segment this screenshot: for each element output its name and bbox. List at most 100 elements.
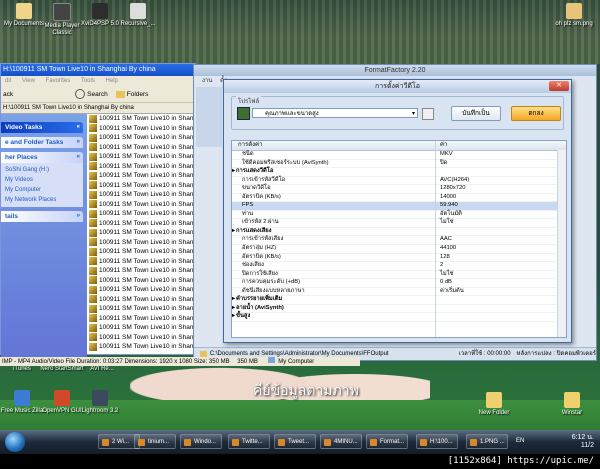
lightroom-icon — [92, 390, 108, 406]
file-item[interactable]: 100911 SM Town Live10 in Shan — [89, 181, 195, 191]
video-tasks-header[interactable]: Video Tasks « — [1, 122, 83, 133]
language-indicator[interactable]: EN — [516, 438, 524, 444]
file-item[interactable]: 100911 SM Town Live10 in Shan — [89, 257, 195, 267]
folder-tasks-header[interactable]: e and Folder Tasks « — [1, 137, 83, 148]
settings-row[interactable]: อัตราสุ่ม (HZ) 44100 — [232, 245, 566, 254]
settings-row[interactable]: การเข้ารหัสเสียง AAC — [232, 236, 566, 246]
desktop-icon-free-music-zilla[interactable]: Free Music Zilla — [0, 390, 44, 415]
taskbar-button[interactable]: 1.PNG ... — [466, 434, 508, 449]
place-link[interactable]: My Computer — [5, 185, 79, 195]
menu-favorites[interactable]: Favorites — [46, 78, 71, 84]
desktop-icon-new-folder[interactable]: New Folder — [472, 392, 516, 417]
search-button[interactable]: Search — [87, 91, 108, 98]
settings-row[interactable]: อัตราบิต (KB/s) 128 — [232, 254, 566, 263]
settings-row[interactable]: การควบคุมระดับ (+dB) 0 dB — [232, 279, 566, 288]
file-item[interactable]: 100911 SM Town Live10 in Shan — [89, 266, 195, 276]
file-item[interactable]: 100911 SM Town Live10 in Shan — [89, 209, 195, 219]
file-item[interactable]: 100911 SM Town Live10 in Shan — [89, 114, 195, 124]
settings-row[interactable]: ใช้ดีคอมพรีสเซอร์ระบบ (AviSynth) ปิด — [232, 160, 566, 169]
grid-scrollbar[interactable] — [557, 150, 566, 337]
taskbar-button[interactable]: 4MINU... — [320, 434, 362, 449]
profile-value: คุณภาพและขนาดสูง — [265, 111, 319, 117]
settings-section[interactable]: ▸ ลายน้ำ (AviSynth) — [232, 305, 566, 314]
profile-select[interactable]: คุณภาพและขนาดสูง ▾ — [252, 108, 418, 118]
file-name: 100911 SM Town Live10 in Shan — [99, 257, 194, 265]
file-item[interactable]: 100911 SM Town Live10 in Shan — [89, 285, 195, 295]
file-item[interactable]: 100911 SM Town Live10 in Shan — [89, 190, 195, 200]
file-item[interactable]: 100911 SM Town Live10 in Shan — [89, 342, 195, 352]
expand-icon: ▸ — [232, 168, 235, 175]
settings-section[interactable]: ▸ คำบรรยายเพิ่มเติม — [232, 296, 566, 305]
close-button[interactable]: ✕ — [549, 81, 569, 91]
file-name: 100911 SM Town Live10 in Shan — [99, 191, 194, 198]
settings-section[interactable]: ▸ ขั้นสูง — [232, 313, 566, 322]
settings-row[interactable]: ชนิด MKV — [232, 151, 566, 160]
file-item[interactable]: 100911 SM Town Live10 in Shan — [89, 314, 195, 324]
file-item[interactable]: 100911 SM Town Live10 in Shan — [89, 295, 195, 305]
settings-row[interactable]: ดัชนีเสียงแบบหลายภาษา ค่าเริ่มต้น — [232, 288, 566, 297]
settings-row[interactable]: ท่าน อัตโนมัติ — [232, 211, 566, 220]
file-item[interactable]: 100911 SM Town Live10 in Shan — [89, 143, 195, 153]
clock[interactable]: 6:12 น. 11/2 — [572, 434, 594, 450]
folders-button[interactable]: Folders — [127, 91, 149, 98]
desktop-icon-lightroom[interactable]: Lightroom 3.2 — [78, 390, 122, 415]
menu-tools[interactable]: Tools — [81, 78, 95, 84]
place-link[interactable]: My Videos — [5, 175, 79, 185]
file-item[interactable]: 100911 SM Town Live10 in Shan — [89, 152, 195, 162]
address-bar[interactable]: H:\100911 SM Town Live10 in Shanghai By … — [1, 103, 195, 114]
settings-row[interactable]: อัตราบิต (KB/s) 14000 — [232, 194, 566, 203]
after-convert[interactable]: หลังการแปลง : ปิดคอมพิวเตอร์ — [517, 348, 596, 360]
ok-button[interactable]: ตกลง — [511, 106, 561, 121]
file-item[interactable]: 100911 SM Town Live10 in Shan — [89, 333, 195, 343]
settings-row[interactable]: เข้ารหัส 2 ผ่าน ไม่ใช่ — [232, 219, 566, 228]
settings-row[interactable]: ขนาดวีดีโอ 1280x720 — [232, 185, 566, 194]
file-item[interactable]: 100911 SM Town Live10 in Shan — [89, 238, 195, 248]
file-item[interactable]: 100911 SM Town Live10 in Shan — [89, 171, 195, 181]
taskbar-button[interactable]: tinium... — [134, 434, 176, 449]
taskbar-button[interactable]: Format... — [366, 434, 408, 449]
settings-row[interactable]: FPS 59.940 — [232, 202, 566, 211]
taskbar-button[interactable]: Tweet... — [274, 434, 316, 449]
desktop-icon-itunes[interactable]: iTunes — [0, 366, 44, 373]
taskbar-button[interactable]: Windo... — [180, 434, 222, 449]
other-places-header[interactable]: her Places « — [1, 152, 83, 163]
settings-row[interactable]: ช่องเสียง 2 — [232, 262, 566, 271]
file-item[interactable]: 100911 SM Town Live10 in Shan — [89, 304, 195, 314]
folder-icon — [564, 392, 580, 408]
details-header[interactable]: tails » — [1, 211, 83, 222]
taskbar-button[interactable]: H:\100... — [416, 434, 458, 449]
menu-edit[interactable]: dit — [5, 78, 11, 84]
file-item[interactable]: 100911 SM Town Live10 in Shan — [89, 247, 195, 257]
settings-section[interactable]: ▸ การแสดงวีดีโอ — [232, 168, 566, 177]
menu-task[interactable]: งาน — [202, 78, 212, 84]
place-link[interactable]: My Network Places — [5, 195, 79, 205]
file-item[interactable]: 100911 SM Town Live10 in Shan — [89, 124, 195, 134]
file-item[interactable]: 100911 SM Town Live10 in Shan — [89, 276, 195, 286]
settings-row[interactable]: ปิดการใช้เสียง ไม่ใช่ — [232, 271, 566, 280]
desktop-icon-avi[interactable]: AVI Re... — [80, 366, 124, 373]
desktop-icon-nero[interactable]: Nero StartSmart — [40, 366, 84, 373]
col-value: ค่า — [440, 142, 448, 148]
file-item[interactable]: 100911 SM Town Live10 in Shan — [89, 162, 195, 172]
place-link[interactable]: SoShi Gang (H:) — [5, 165, 79, 175]
profile-option-icon[interactable] — [422, 108, 434, 120]
save-as-button[interactable]: บันทึกเป็น — [451, 106, 501, 121]
back-button[interactable]: ack — [3, 91, 13, 98]
file-item[interactable]: 100911 SM Town Live10 in Shan — [89, 133, 195, 143]
menu-help[interactable]: Help — [106, 78, 118, 84]
desktop-icon-recursive[interactable]: Recursive_... — [116, 3, 160, 28]
video-file-icon — [89, 247, 97, 256]
desktop-icon-oh-plz[interactable]: oh plz sm.png — [552, 3, 596, 28]
settings-row[interactable]: การเข้ารหัสวีดีโอ AVC(H264) — [232, 177, 566, 186]
file-item[interactable]: 100911 SM Town Live10 in Shan — [89, 219, 195, 229]
desktop-icon-winstar[interactable]: Winstar — [550, 392, 594, 417]
taskbar-button[interactable]: Twitte... — [228, 434, 270, 449]
file-item[interactable]: 100911 SM Town Live10 in Shan — [89, 323, 195, 333]
file-item[interactable]: 100911 SM Town Live10 in Shan — [89, 228, 195, 238]
menu-view[interactable]: View — [22, 78, 35, 84]
file-item[interactable]: 100911 SM Town Live10 in Shan — [89, 200, 195, 210]
file-name: 100911 SM Town Live10 in Shan — [99, 314, 194, 322]
chevron-down-icon: ▾ — [411, 111, 415, 117]
explorer-statusbar: IMP - MP4 Audio/Video File Duration: 0:0… — [0, 357, 360, 366]
start-button[interactable] — [5, 432, 25, 452]
